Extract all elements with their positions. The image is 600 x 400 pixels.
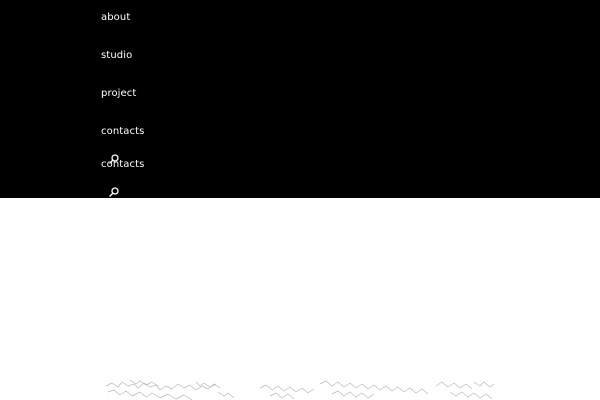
navigation-menu: about studio project contacts contacts — [0, 0, 600, 198]
nav-item-studio[interactable]: studio — [101, 50, 132, 62]
world-map-illustration — [105, 379, 495, 400]
nav-item-about[interactable]: about — [101, 12, 130, 24]
nav-item-project[interactable]: project — [101, 88, 136, 100]
search-icon — [109, 187, 119, 197]
search-button[interactable] — [108, 153, 120, 165]
search-button-duplicate[interactable] — [108, 186, 120, 198]
nav-item-contacts[interactable]: contacts — [101, 126, 144, 138]
page: about studio project contacts contacts — [0, 0, 600, 400]
search-icon — [109, 154, 119, 164]
